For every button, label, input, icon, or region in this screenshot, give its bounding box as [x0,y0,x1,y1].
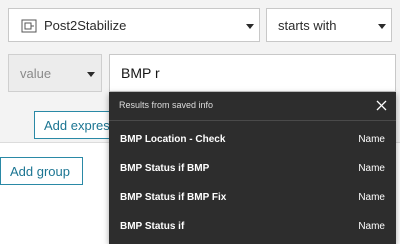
suggestion-kind: Name [358,221,385,232]
suggestion-kind: Name [358,192,385,203]
suggestion-item[interactable]: BMP Status if BMP Fix Name [109,185,396,214]
operator-select-value: starts with [278,18,337,33]
add-group-button[interactable]: Add group [0,157,83,185]
suggestion-value: BMP Status if [120,221,185,232]
suggestion-item[interactable]: BMP Status if Name [109,214,396,243]
suggestion-item[interactable]: BMP Status if BMP Name [109,156,396,185]
value-type-select[interactable]: value [8,54,102,92]
close-icon[interactable] [376,100,387,111]
chevron-down-icon [87,72,95,77]
chevron-down-icon [378,24,386,29]
suggestion-item[interactable]: BMP Location - Check Name [109,127,396,156]
suggestion-dropdown: Results from saved info BMP Location - C… [109,92,396,244]
dropdown-header: Results from saved info [109,92,396,121]
suggestion-kind: Name [358,163,385,174]
operator-select[interactable]: starts with [266,8,392,42]
value-type-select-value: value [20,66,52,81]
dropdown-header-label: Results from saved info [119,100,214,110]
suggestion-kind: Name [358,134,385,145]
suggestion-value: BMP Status if BMP Fix [120,192,227,203]
value-input[interactable]: BMP r [109,54,396,92]
chevron-down-icon [246,24,254,29]
field-select[interactable]: Post2Stabilize [8,8,260,42]
suggestion-value: BMP Location - Check [120,134,226,145]
layer-field-icon [21,19,37,33]
field-select-value: Post2Stabilize [44,18,127,33]
suggestion-value: BMP Status if BMP [120,163,210,174]
